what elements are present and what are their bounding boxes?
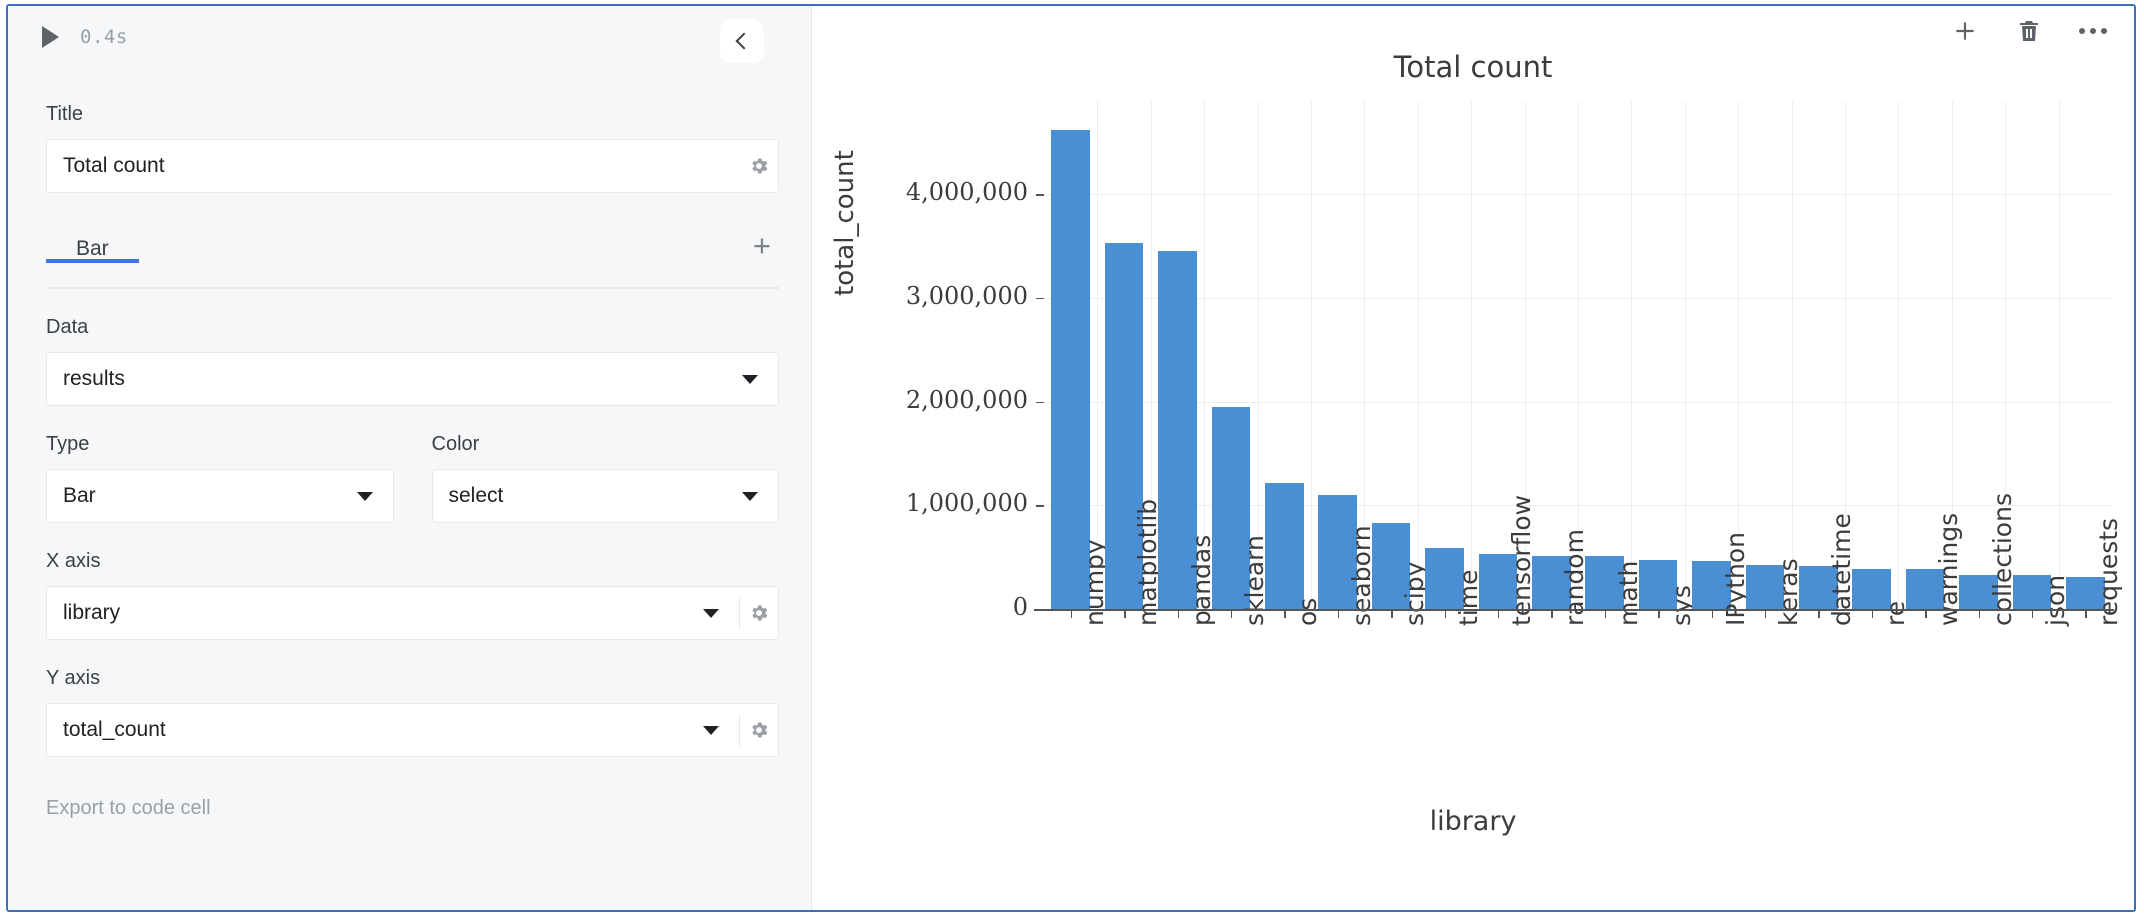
chart-config-form: Title Total count Bar + Data results Typ… bbox=[46, 102, 779, 820]
chart-toolbar bbox=[1950, 16, 2108, 46]
add-tab-icon[interactable]: + bbox=[753, 230, 771, 261]
grid-line bbox=[1898, 101, 1900, 609]
y-axis-tick-label: 0 bbox=[1012, 593, 1028, 621]
type-color-row: Type Bar Color select bbox=[46, 432, 779, 523]
y-axis-tick-label: 4,000,000 bbox=[905, 178, 1028, 207]
bar[interactable] bbox=[1265, 482, 1304, 609]
y-axis-tick-label: 2,000,000 bbox=[905, 385, 1028, 414]
grid-line bbox=[1791, 101, 1793, 609]
data-select-value: results bbox=[63, 367, 125, 390]
color-select-value: select bbox=[448, 484, 504, 507]
play-icon[interactable] bbox=[42, 26, 59, 48]
chart-config-sidebar: 0.4s Title Total count Bar + Data result… bbox=[8, 6, 812, 910]
chart-title: Total count bbox=[1393, 50, 1553, 84]
export-to-code-cell-link[interactable]: Export to code cell bbox=[46, 797, 211, 820]
y-axis-tick-label: 1,000,000 bbox=[905, 489, 1028, 518]
gear-icon[interactable] bbox=[740, 703, 778, 757]
grid-line bbox=[1097, 101, 1099, 609]
y-axis-field-label: Y axis bbox=[46, 667, 101, 689]
data-field-label: Data bbox=[46, 316, 89, 338]
grid-line bbox=[1471, 101, 1473, 609]
tab-bar[interactable]: Bar bbox=[46, 229, 139, 263]
gear-icon[interactable] bbox=[740, 139, 778, 193]
y-tick-mark bbox=[1036, 401, 1044, 404]
trash-icon[interactable] bbox=[2014, 16, 2044, 46]
grid-line bbox=[1631, 101, 1633, 609]
grid-line bbox=[1684, 101, 1686, 609]
chevron-down-icon bbox=[703, 725, 719, 735]
collapse-panel-button[interactable] bbox=[720, 19, 764, 63]
grid-line bbox=[1311, 101, 1312, 609]
chart-x-axis-label: library bbox=[1429, 806, 1517, 837]
type-field-label: Type bbox=[46, 433, 90, 455]
x-axis-line bbox=[1034, 609, 2114, 611]
grid-line bbox=[2058, 101, 2060, 609]
cell-run-bar: 0.4s bbox=[8, 6, 811, 68]
color-select[interactable]: select bbox=[431, 469, 779, 523]
chart-tabs: Bar + bbox=[46, 229, 779, 289]
x-axis-field-label: X axis bbox=[46, 550, 101, 572]
x-axis-select-value: library bbox=[63, 601, 121, 624]
chevron-down-icon bbox=[742, 374, 758, 384]
data-select[interactable]: results bbox=[46, 352, 779, 406]
chevron-down-icon bbox=[703, 608, 719, 618]
y-axis-tick-label: 3,000,000 bbox=[905, 281, 1028, 310]
plus-icon[interactable] bbox=[1950, 16, 1980, 46]
grid-line bbox=[1417, 101, 1419, 609]
chevron-down-icon bbox=[356, 491, 373, 501]
ellipsis-icon[interactable] bbox=[2078, 16, 2108, 46]
chevron-down-icon bbox=[742, 491, 758, 501]
grid-line bbox=[1257, 101, 1259, 609]
cell-runtime: 0.4s bbox=[80, 26, 128, 48]
chart-panel: Total count total_count library 0 1,000,0… bbox=[812, 6, 2134, 910]
bar[interactable] bbox=[1051, 130, 1090, 609]
y-tick-mark bbox=[1036, 505, 1044, 507]
y-axis-select[interactable]: total_count bbox=[46, 703, 779, 757]
grid-line bbox=[1204, 101, 1206, 609]
title-field-label: Title bbox=[46, 103, 84, 125]
gear-icon[interactable] bbox=[740, 586, 778, 640]
chart-y-axis-label: total_count bbox=[830, 150, 860, 296]
color-field-label: Color bbox=[431, 433, 480, 455]
y-tick-mark bbox=[1036, 194, 1044, 196]
chevron-left-icon bbox=[735, 32, 753, 50]
type-select-value: Bar bbox=[63, 484, 96, 507]
notebook-cell: 0.4s Title Total count Bar + Data result… bbox=[6, 4, 2136, 912]
title-input-value: Total count bbox=[63, 154, 165, 177]
title-input[interactable]: Total count bbox=[46, 139, 779, 193]
bar-chart: Total count total_count library 0 1,000,0… bbox=[812, 6, 2134, 910]
y-axis-select-value: total_count bbox=[63, 718, 166, 741]
x-axis-select[interactable]: library bbox=[46, 586, 779, 640]
y-tick-mark bbox=[1036, 297, 1044, 300]
type-select[interactable]: Bar bbox=[46, 469, 394, 523]
